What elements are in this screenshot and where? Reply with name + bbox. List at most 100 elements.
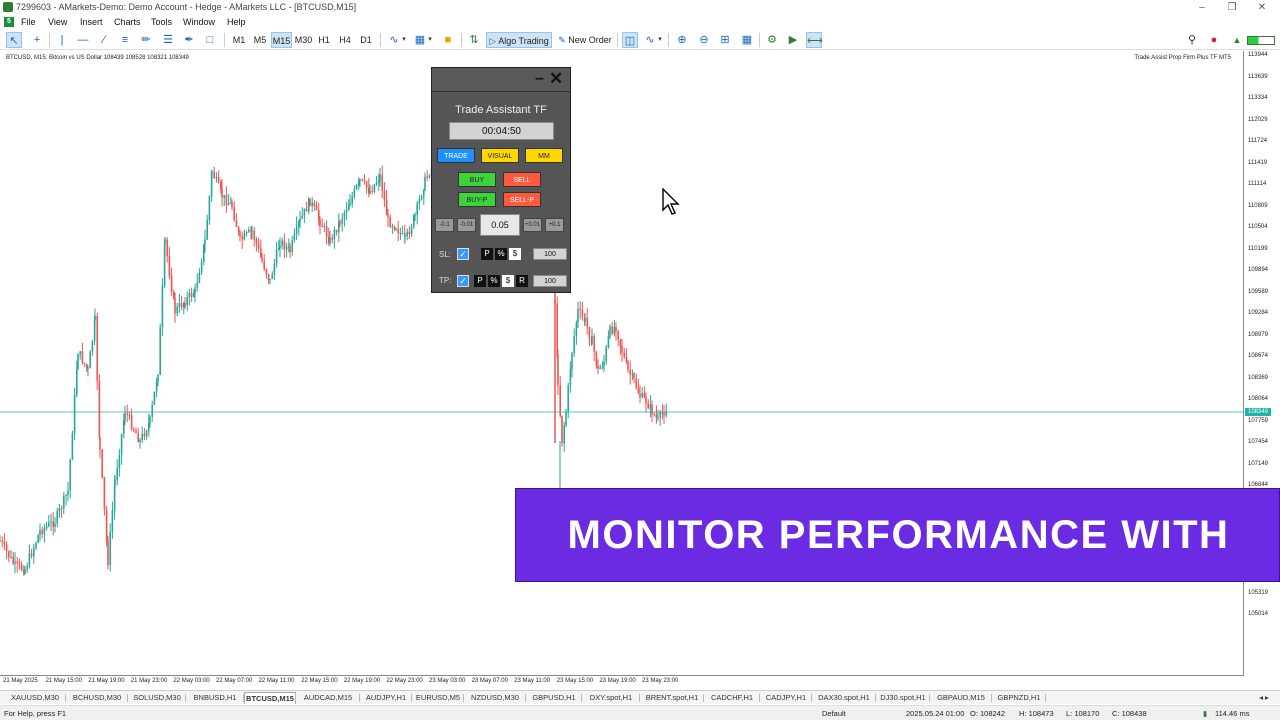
symbol-tab[interactable]: AUDCAD,M15 xyxy=(296,692,360,704)
tp-percent-option[interactable]: % xyxy=(488,275,500,287)
symbol-tab[interactable]: DJ30.spot,H1 xyxy=(876,692,930,704)
candle-body xyxy=(339,221,341,224)
candle-body xyxy=(639,393,641,398)
crosshair-icon[interactable]: + xyxy=(29,32,45,48)
one-click-trading-icon[interactable]: ◫ xyxy=(622,32,638,48)
menu-insert[interactable]: Insert xyxy=(80,15,103,29)
menu-window[interactable]: Window xyxy=(183,15,215,29)
sell-button[interactable]: SELL xyxy=(503,172,541,187)
symbol-tab[interactable]: DXY.spot,H1 xyxy=(582,692,640,704)
tp-checkbox[interactable]: ✓ xyxy=(457,275,469,287)
shapes-icon[interactable]: □ xyxy=(202,32,218,48)
zoom-out-icon[interactable]: ⊖ xyxy=(696,32,712,48)
vertical-line-icon[interactable]: | xyxy=(54,32,70,48)
symbol-tab[interactable]: CADCHF,H1 xyxy=(704,692,760,704)
algo-trading-button[interactable]: ▷ Algo Trading xyxy=(486,32,552,48)
notification-icon[interactable]: ● xyxy=(1206,32,1222,48)
symbol-tab[interactable]: NZDUSD,M30 xyxy=(464,692,526,704)
tp-money-option[interactable]: $ xyxy=(502,275,514,287)
menu-charts[interactable]: Charts xyxy=(114,15,141,29)
tile-windows-icon[interactable]: ▦ xyxy=(739,32,755,48)
sell-pending-button[interactable]: SELL-P xyxy=(503,192,541,207)
maximize-button[interactable]: ❐ xyxy=(1217,0,1247,15)
horizontal-line-icon[interactable]: — xyxy=(75,32,91,48)
visual-mode-button[interactable]: VISUAL xyxy=(481,148,519,163)
timeframe-h1[interactable]: H1 xyxy=(316,32,332,48)
tp-value-input[interactable]: 100 xyxy=(533,275,567,287)
timeframe-m30[interactable]: M30 xyxy=(293,32,314,48)
buy-pending-button[interactable]: BUY-P xyxy=(458,192,496,207)
profile-name[interactable]: Default xyxy=(822,706,846,720)
chevron-down-icon[interactable]: ▾ xyxy=(656,32,664,48)
sl-value-input[interactable]: 100 xyxy=(533,248,567,260)
market-watch-icon[interactable]: ⇅ xyxy=(466,32,482,48)
symbol-tab[interactable]: SOLUSD,M30 xyxy=(128,692,186,704)
symbol-tab[interactable]: GBPAUD,M15 xyxy=(930,692,992,704)
candle-body xyxy=(0,540,1,542)
symbol-tab[interactable]: EURUSD,M5 xyxy=(412,692,464,704)
sl-points-option[interactable]: P xyxy=(481,248,493,260)
buy-button[interactable]: BUY xyxy=(458,172,496,187)
sl-checkbox[interactable]: ✓ xyxy=(457,248,469,260)
minimize-panel-icon[interactable]: – xyxy=(535,71,547,87)
minimize-button[interactable]: – xyxy=(1187,0,1217,15)
symbol-tab[interactable]: BTCUSD,M15 xyxy=(244,692,296,704)
settings-icon[interactable]: ⚙ xyxy=(764,32,780,48)
timeframe-m1[interactable]: M1 xyxy=(230,32,248,48)
fibonacci-icon[interactable]: ≡ xyxy=(117,32,133,48)
timeframe-h4[interactable]: H4 xyxy=(337,32,353,48)
lot-minus-0-01-button[interactable]: -0.01 xyxy=(457,218,476,232)
symbol-tab[interactable]: GBPUSD,H1 xyxy=(526,692,582,704)
lot-minus-0-1-button[interactable]: -0.1 xyxy=(435,218,454,232)
symbol-tab[interactable]: CADJPY,H1 xyxy=(760,692,812,704)
new-order-button[interactable]: ✎ New Order xyxy=(556,32,614,48)
channel-icon[interactable]: ☰ xyxy=(160,32,176,48)
chart-shift-icon[interactable]: ⟷ xyxy=(806,32,823,48)
cursor-tool-icon[interactable]: ↖ xyxy=(6,32,22,48)
close-window-button[interactable]: ✕ xyxy=(1247,0,1277,15)
symbol-tab[interactable]: XAUUSD,M30 xyxy=(4,692,66,704)
mm-mode-button[interactable]: MM xyxy=(525,148,563,163)
lot-plus-0-01-button[interactable]: +0.01 xyxy=(523,218,542,232)
tp-points-option[interactable]: P xyxy=(474,275,486,287)
pencil-icon[interactable]: ✏ xyxy=(138,32,154,48)
sl-money-option[interactable]: $ xyxy=(509,248,521,260)
tab-scroll-arrows[interactable]: ◂ ▸ xyxy=(1252,692,1276,704)
timeframe-m5[interactable]: M5 xyxy=(251,32,269,48)
menu-view[interactable]: View xyxy=(48,15,67,29)
candle-body xyxy=(243,233,246,240)
symbol-tab[interactable]: DAX30.spot,H1 xyxy=(812,692,876,704)
draw-icon[interactable]: ✒ xyxy=(181,32,197,48)
candle-body xyxy=(60,507,63,509)
lot-plus-0-1-button[interactable]: +0.1 xyxy=(545,218,564,232)
menu-file[interactable]: File xyxy=(21,15,36,29)
symbol-tab[interactable]: BCHUSD,M30 xyxy=(66,692,128,704)
candle-body xyxy=(275,249,278,264)
symbol-tab[interactable]: BNBUSD,H1 xyxy=(186,692,244,704)
timeframe-m15[interactable]: M15 xyxy=(271,32,292,48)
price-label: 109284 xyxy=(1248,310,1269,316)
symbol-tab[interactable]: GBPNZD,H1 xyxy=(992,692,1046,704)
symbol-tab[interactable]: BRENT.spot,H1 xyxy=(640,692,704,704)
time-axis[interactable]: 21 May 2025 21 May 15:00 21 May 19:00 21 Ma… xyxy=(0,676,1244,688)
sl-percent-option[interactable]: % xyxy=(495,248,507,260)
panel-header[interactable]: – ✕ xyxy=(432,68,570,92)
zoom-in-icon[interactable]: ⊕ xyxy=(674,32,690,48)
grid-icon[interactable]: ⊞ xyxy=(717,32,733,48)
tp-ratio-option[interactable]: R xyxy=(516,275,528,287)
trade-mode-button[interactable]: TRADE xyxy=(437,148,475,163)
menu-tools[interactable]: Tools xyxy=(151,15,172,29)
symbol-tab[interactable]: AUDJPY,H1 xyxy=(360,692,412,704)
candle-body xyxy=(313,202,316,206)
folder-icon[interactable]: ■ xyxy=(440,32,456,48)
search-icon[interactable]: ⚲ xyxy=(1184,32,1200,48)
lot-size-input[interactable]: 0.05 xyxy=(480,214,520,236)
trendline-icon[interactable]: ∕ xyxy=(96,32,112,48)
candle-body xyxy=(3,542,6,545)
close-panel-icon[interactable]: ✕ xyxy=(549,70,563,88)
chevron-down-icon[interactable]: ▾ xyxy=(400,32,408,48)
chevron-down-icon[interactable]: ▾ xyxy=(426,32,434,48)
menu-help[interactable]: Help xyxy=(227,15,246,29)
timeframe-d1[interactable]: D1 xyxy=(358,32,374,48)
autoscroll-icon[interactable]: ▶ xyxy=(785,32,801,48)
